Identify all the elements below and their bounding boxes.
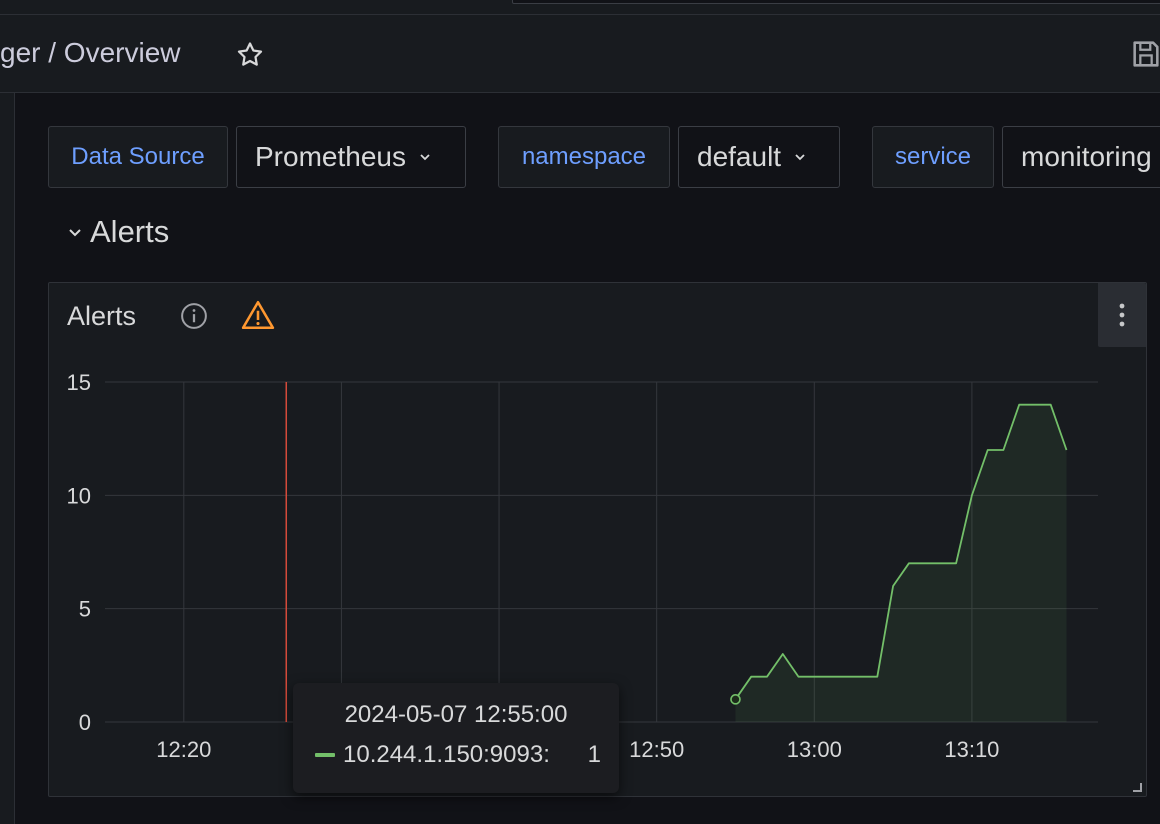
tooltip-time: 2024-05-07 12:55:00 [344, 701, 568, 728]
hover-point-marker [730, 694, 741, 705]
y-tick-label: 5 [79, 597, 91, 622]
tooltip-series-name: 10.244.1.150:9093: [343, 741, 550, 768]
tooltip-series-value: 1 [587, 741, 601, 768]
y-tick-label: 10 [67, 483, 91, 508]
y-tick-label: 15 [67, 370, 91, 395]
x-tick-label: 13:00 [787, 737, 842, 762]
y-tick-label: 0 [79, 710, 91, 735]
x-tick-label: 12:50 [629, 737, 684, 762]
chart-tooltip: 2024-05-07 12:55:00 10.244.1.150:9093: 1 [293, 683, 619, 793]
series-area-fill [735, 404, 1067, 722]
x-tick-label: 13:10 [944, 737, 999, 762]
x-tick-label: 12:20 [156, 737, 211, 762]
tooltip-series-swatch [315, 753, 335, 757]
